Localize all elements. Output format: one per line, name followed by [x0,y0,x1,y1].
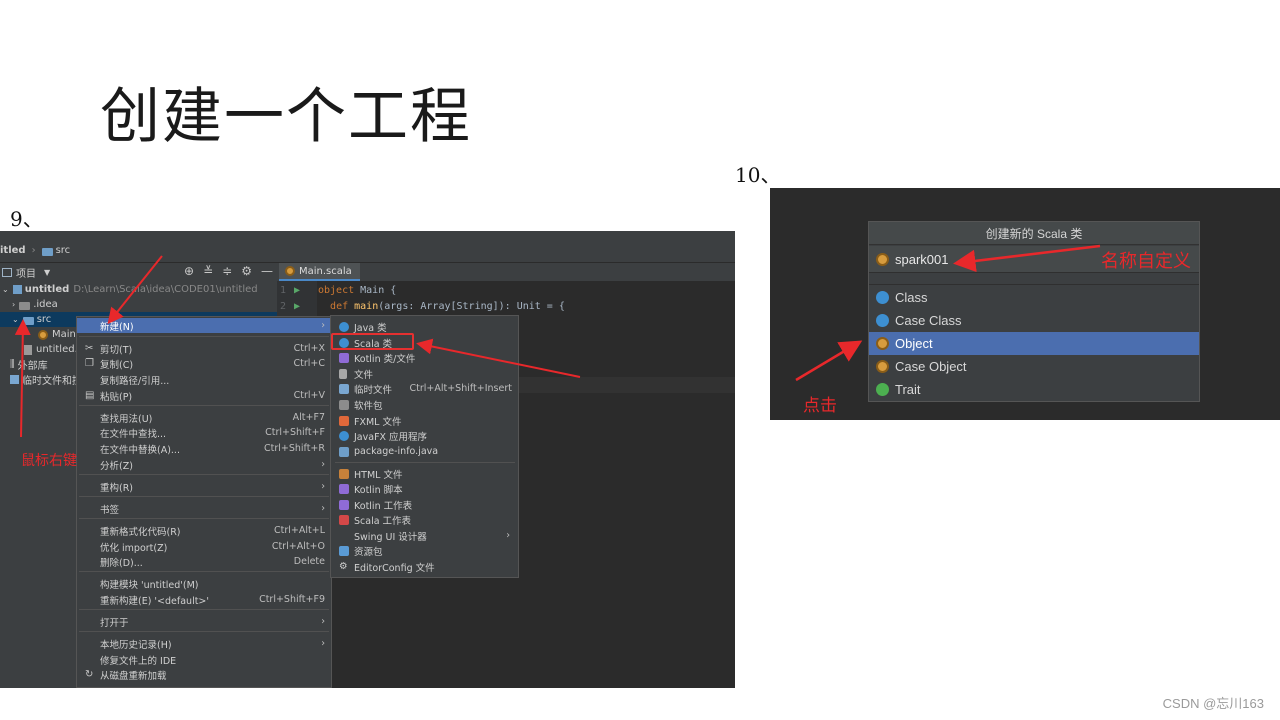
arrow-to-scala-class [416,338,581,378]
step-10-label: 10、 [735,163,781,187]
annotation-arrows [14,255,581,438]
arrow-to-src [14,319,31,438]
arrow-to-object [795,340,863,382]
arrow-to-new [107,255,163,325]
ide-screenshot: itled › src 项目 ▼ ⊕ ≚ ≑ ⚙ — Main.scala ⌄ … [0,231,735,688]
step-9-label: 9、 [10,207,43,231]
slide-title: 创建一个工程 [100,82,472,152]
dialog-annotation-arrows [795,244,1101,382]
csdn-watermark: CSDN @忘川163 [1162,696,1264,711]
name-custom-annotation: 名称自定义 [1101,251,1191,272]
click-annotation: 点击 [803,396,837,416]
right-click-annotation: 鼠标右键 [21,453,77,469]
arrow-to-name-input [953,244,1101,273]
dialog-screenshot: 创建新的 Scala 类 spark001 Class Case Class O… [770,188,1280,420]
